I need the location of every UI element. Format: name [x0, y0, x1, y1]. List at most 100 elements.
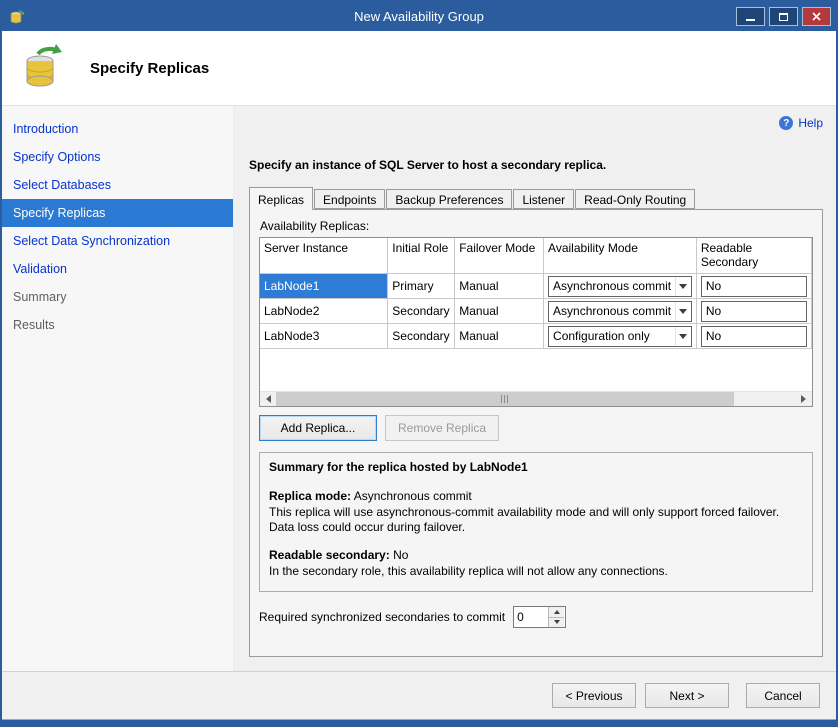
tab-listener[interactable]: Listener: [513, 189, 574, 209]
sidebar-item-specify-options[interactable]: Specify Options: [2, 143, 233, 171]
availability-mode-value: Configuration only: [549, 329, 675, 343]
cell-readable-secondary: No: [696, 324, 811, 349]
maximize-button[interactable]: [769, 7, 798, 26]
cell-readable-secondary: No: [696, 274, 811, 299]
tab-backup-preferences[interactable]: Backup Preferences: [386, 189, 512, 209]
spin-up-button[interactable]: [549, 607, 564, 617]
cell-failover-mode[interactable]: Manual: [455, 299, 544, 324]
wizard-window: New Availability Group Specify Replicas: [0, 0, 838, 727]
add-replica-button[interactable]: Add Replica...: [259, 415, 377, 441]
replica-summary-box: Summary for the replica hosted by LabNod…: [259, 452, 813, 592]
required-secondaries-label: Required synchronized secondaries to com…: [259, 610, 505, 624]
scrollbar-thumb[interactable]: [276, 392, 734, 406]
sidebar-item-results: Results: [2, 311, 233, 339]
replicas-table: Server Instance Initial Role Failover Mo…: [259, 237, 812, 349]
close-button[interactable]: [802, 7, 831, 26]
required-secondaries-row: Required synchronized secondaries to com…: [259, 606, 813, 628]
page-title: Specify Replicas: [90, 60, 209, 77]
sidebar: Introduction Specify Options Select Data…: [2, 106, 234, 671]
cell-initial-role[interactable]: Secondary: [388, 299, 455, 324]
previous-button[interactable]: < Previous: [552, 683, 636, 708]
tab-replicas[interactable]: Replicas: [249, 187, 313, 210]
replica-mode-label: Replica mode:: [269, 489, 351, 503]
cell-availability-mode: Asynchronous commit: [544, 274, 697, 299]
scroll-right-icon[interactable]: [796, 392, 812, 406]
cell-server-instance[interactable]: LabNode2: [260, 299, 388, 324]
minimize-button[interactable]: [736, 7, 765, 26]
tab-strip: Replicas Endpoints Backup Preferences Li…: [249, 187, 823, 209]
help-link[interactable]: ? Help: [249, 114, 823, 132]
summary-title: Summary for the replica hosted by LabNod…: [269, 460, 803, 475]
window-controls: [736, 7, 831, 26]
tab-endpoints[interactable]: Endpoints: [314, 189, 385, 209]
grid-buttons: Add Replica... Remove Replica: [259, 415, 813, 441]
col-availability-mode[interactable]: Availability Mode: [544, 238, 697, 274]
readable-secondary-description: In the secondary role, this availability…: [269, 564, 803, 579]
availability-mode-dropdown[interactable]: Asynchronous commit: [548, 301, 692, 322]
availability-mode-value: Asynchronous commit: [549, 279, 675, 293]
help-label: Help: [798, 116, 823, 130]
cell-readable-secondary: No: [696, 299, 811, 324]
wizard-body: Introduction Specify Options Select Data…: [2, 106, 836, 671]
required-secondaries-input[interactable]: [514, 607, 548, 627]
sidebar-item-summary: Summary: [2, 283, 233, 311]
cell-server-instance[interactable]: LabNode3: [260, 324, 388, 349]
replica-mode-value: Asynchronous commit: [354, 489, 472, 503]
readable-secondary-value: No: [702, 279, 806, 293]
horizontal-scrollbar: [260, 391, 812, 406]
remove-replica-button: Remove Replica: [385, 415, 499, 441]
cell-server-instance[interactable]: LabNode1: [260, 274, 388, 299]
cancel-button[interactable]: Cancel: [746, 683, 820, 708]
sidebar-item-validation[interactable]: Validation: [2, 255, 233, 283]
wizard-header: Specify Replicas: [2, 31, 836, 106]
cell-initial-role[interactable]: Primary: [388, 274, 455, 299]
table-row: LabNode1 Primary Manual Asynchronous com…: [260, 274, 812, 299]
window-bottom-edge: [2, 719, 836, 725]
col-initial-role[interactable]: Initial Role: [388, 238, 455, 274]
cell-initial-role[interactable]: Secondary: [388, 324, 455, 349]
col-readable-secondary[interactable]: Readable Secondary: [696, 238, 811, 274]
sidebar-item-introduction[interactable]: Introduction: [2, 115, 233, 143]
wizard-footer: < Previous Next > Cancel: [2, 671, 836, 719]
minimize-icon: [746, 19, 755, 21]
readable-secondary-value: No: [702, 329, 806, 343]
main-content: ? Help Specify an instance of SQL Server…: [234, 106, 836, 671]
readable-secondary-label: Readable secondary:: [269, 548, 390, 562]
instruction-text: Specify an instance of SQL Server to hos…: [249, 158, 823, 172]
cell-failover-mode[interactable]: Manual: [455, 324, 544, 349]
availability-replicas-label: Availability Replicas:: [260, 219, 813, 233]
spin-down-icon: [554, 620, 560, 627]
scrollbar-track[interactable]: [276, 392, 796, 406]
col-failover-mode[interactable]: Failover Mode: [455, 238, 544, 274]
window-title: New Availability Group: [2, 9, 836, 24]
readable-secondary-summary-value: No: [393, 548, 408, 562]
scroll-left-icon[interactable]: [260, 392, 276, 406]
sidebar-item-specify-replicas[interactable]: Specify Replicas: [2, 199, 233, 227]
replicas-grid: Server Instance Initial Role Failover Mo…: [259, 237, 813, 407]
cell-failover-mode[interactable]: Manual: [455, 274, 544, 299]
table-header-row: Server Instance Initial Role Failover Mo…: [260, 238, 812, 274]
table-row: LabNode3 Secondary Manual Configuration …: [260, 324, 812, 349]
next-button[interactable]: Next >: [645, 683, 729, 708]
maximize-icon: [779, 13, 788, 21]
readable-secondary-dropdown[interactable]: No: [701, 301, 807, 322]
sidebar-item-select-databases[interactable]: Select Databases: [2, 171, 233, 199]
readable-secondary-dropdown[interactable]: No: [701, 276, 807, 297]
availability-mode-value: Asynchronous commit: [549, 304, 675, 318]
readable-secondary-value: No: [702, 304, 806, 318]
col-server-instance[interactable]: Server Instance: [260, 238, 388, 274]
sidebar-item-select-data-sync[interactable]: Select Data Synchronization: [2, 227, 233, 255]
spin-up-icon: [554, 607, 560, 614]
close-icon: [812, 12, 821, 21]
availability-mode-dropdown[interactable]: Configuration only: [548, 326, 692, 347]
availability-mode-dropdown[interactable]: Asynchronous commit: [548, 276, 692, 297]
scrollbar-grip-icon: [501, 395, 509, 403]
help-icon: ?: [779, 116, 793, 130]
spin-down-button[interactable]: [549, 617, 564, 628]
app-icon: [9, 9, 25, 25]
replica-mode-description: This replica will use asynchronous-commi…: [269, 505, 803, 535]
readable-secondary-dropdown[interactable]: No: [701, 326, 807, 347]
titlebar[interactable]: New Availability Group: [2, 2, 836, 31]
availability-group-icon: [20, 43, 70, 93]
tab-read-only-routing[interactable]: Read-Only Routing: [575, 189, 695, 209]
